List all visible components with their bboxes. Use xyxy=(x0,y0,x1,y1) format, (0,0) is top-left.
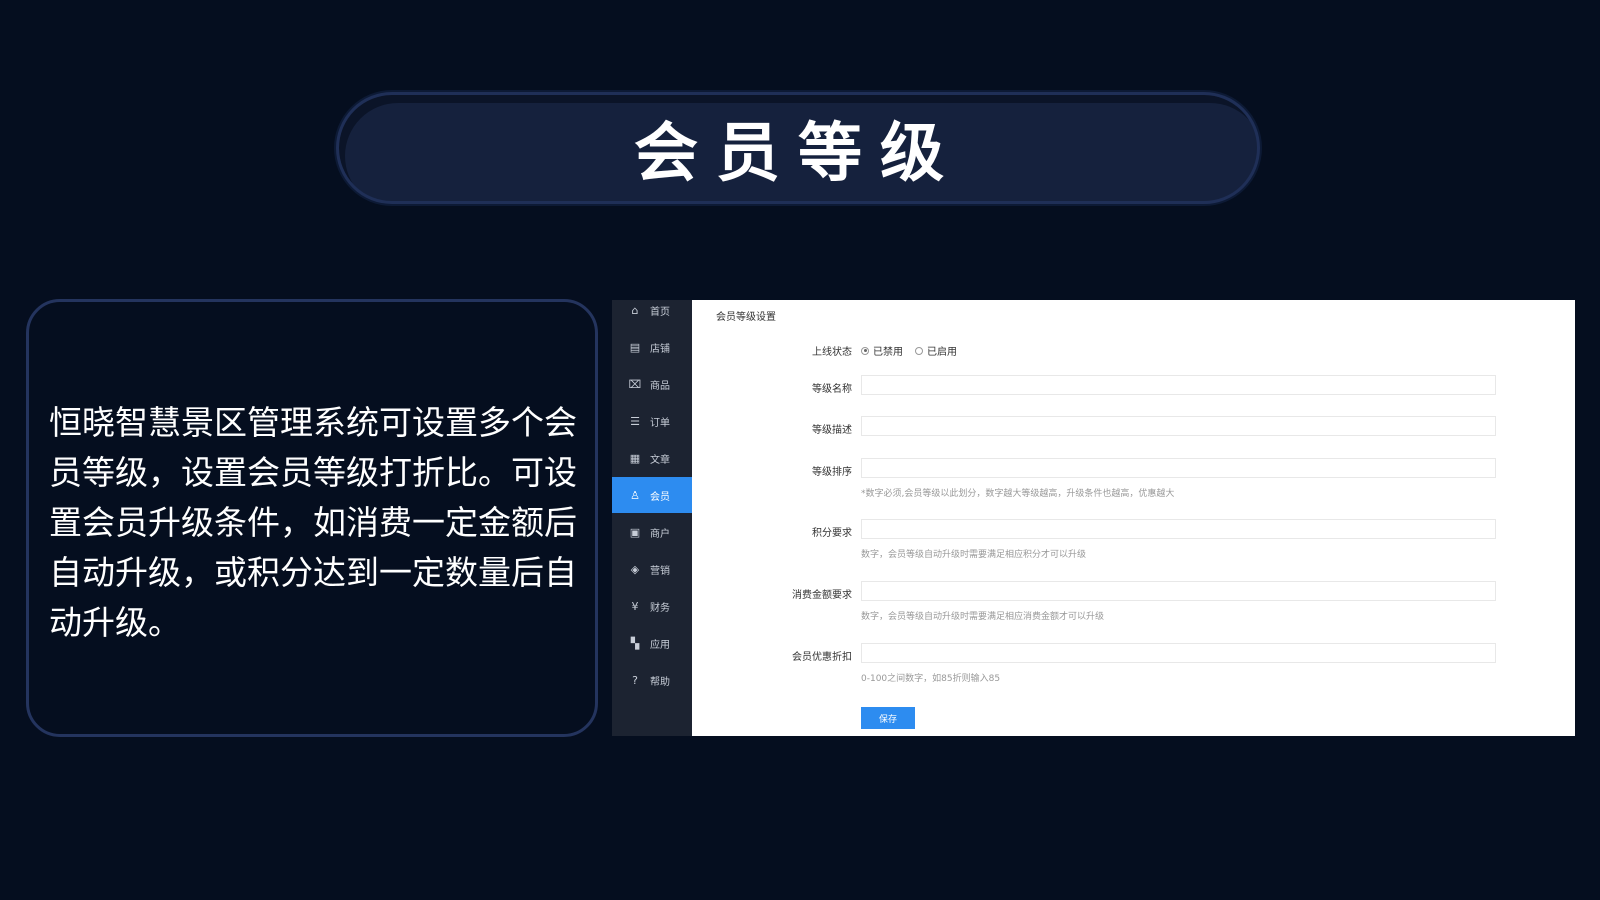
sidebar-item-label: 财务 xyxy=(650,602,670,614)
status-option-disabled[interactable]: 已禁用 xyxy=(861,343,903,358)
sidebar-item-orders[interactable]: ☰ 订单 xyxy=(612,403,692,439)
home-icon: ⌂ xyxy=(631,303,639,317)
merchant-icon: ▣ xyxy=(629,525,641,539)
save-button[interactable]: 保存 xyxy=(861,707,915,729)
spend-req-input[interactable] xyxy=(861,581,1496,601)
sidebar-item-label: 营销 xyxy=(650,565,670,577)
sidebar-item-marketing[interactable]: ◈ 营销 xyxy=(612,551,692,587)
description-panel: 恒晓智慧景区管理系统可设置多个会员等级，设置会员等级打折比。可设置会员升级条件，… xyxy=(26,299,598,737)
section-title: 会员等级设置 xyxy=(716,312,776,323)
status-radio-group: 已禁用 已启用 xyxy=(861,343,969,358)
status-option-label: 已启用 xyxy=(927,347,957,358)
store-icon: ▤ xyxy=(629,340,641,354)
order-icon: ☰ xyxy=(630,414,640,428)
sidebar-item-label: 商户 xyxy=(650,528,670,540)
document-icon: ▦ xyxy=(629,451,641,465)
sidebar-item-goods[interactable]: ⌧ 商品 xyxy=(612,366,692,402)
level-name-input[interactable] xyxy=(861,375,1496,395)
status-option-label: 已禁用 xyxy=(873,347,903,358)
radio-checked-icon xyxy=(861,346,869,355)
sidebar-item-home[interactable]: ⌂ 首页 xyxy=(612,292,692,328)
sidebar-item-finance[interactable]: ¥ 财务 xyxy=(612,588,692,624)
marketing-icon: ◈ xyxy=(630,562,640,576)
level-desc-label: 等级描述 xyxy=(812,425,852,436)
help-icon: ? xyxy=(632,673,638,687)
sidebar-item-label: 商品 xyxy=(650,380,670,392)
apps-icon: ▚ xyxy=(630,636,640,650)
status-option-enabled[interactable]: 已启用 xyxy=(915,343,957,358)
sidebar-item-label: 帮助 xyxy=(650,676,670,688)
sidebar-item-members[interactable]: ♙ 会员 xyxy=(612,477,692,513)
points-req-hint: 数字，会员等级自动升级时需要满足相应积分才可以升级 xyxy=(861,550,1087,560)
bag-icon: ⌧ xyxy=(628,377,642,391)
sidebar-item-label: 店铺 xyxy=(650,343,670,355)
sidebar-item-merchants[interactable]: ▣ 商户 xyxy=(612,514,692,550)
title-banner: 会员等级 xyxy=(336,92,1260,204)
level-name-label: 等级名称 xyxy=(812,384,852,395)
sidebar-item-store[interactable]: ▤ 店铺 xyxy=(612,329,692,365)
sidebar-item-label: 会员 xyxy=(650,491,670,503)
sidebar-item-label: 首页 xyxy=(650,306,670,318)
sidebar-item-label: 文章 xyxy=(650,454,670,466)
spend-req-label: 消费金额要求 xyxy=(792,590,852,601)
content-area: 会员等级设置 上线状态 已禁用 已启用 等级名称 等级描述 等级排序 *数字必须… xyxy=(692,300,1575,736)
status-label: 上线状态 xyxy=(812,347,852,358)
page-title: 会员等级 xyxy=(634,116,962,191)
radio-unchecked-icon xyxy=(915,346,923,355)
sidebar: ⌂ 首页 ▤ 店铺 ⌧ 商品 ☰ 订单 ▦ 文章 ♙ 会员 ▣ 商户 ◈ 营销 xyxy=(612,300,692,736)
sidebar-item-apps[interactable]: ▚ 应用 xyxy=(612,625,692,661)
discount-input[interactable] xyxy=(861,643,1496,663)
level-sort-hint: *数字必须,会员等级以此划分，数字越大等级越高，升级条件也越高，优惠越大 xyxy=(861,489,1175,499)
level-sort-label: 等级排序 xyxy=(812,467,852,478)
points-req-input[interactable] xyxy=(861,519,1496,539)
yen-icon: ¥ xyxy=(631,599,639,613)
sidebar-item-help[interactable]: ? 帮助 xyxy=(612,662,692,698)
points-req-label: 积分要求 xyxy=(812,528,852,539)
discount-label: 会员优惠折扣 xyxy=(792,652,852,663)
spend-req-hint: 数字，会员等级自动升级时需要满足相应消费金额才可以升级 xyxy=(861,612,1105,622)
discount-hint: 0-100之间数字，如85折则输入85 xyxy=(861,674,1001,684)
sidebar-item-articles[interactable]: ▦ 文章 xyxy=(612,440,692,476)
sidebar-item-label: 订单 xyxy=(650,417,670,429)
user-icon: ♙ xyxy=(630,488,640,502)
sidebar-item-label: 应用 xyxy=(650,639,670,651)
admin-screenshot: ⌂ 首页 ▤ 店铺 ⌧ 商品 ☰ 订单 ▦ 文章 ♙ 会员 ▣ 商户 ◈ 营销 xyxy=(612,300,1575,736)
level-desc-input[interactable] xyxy=(861,416,1496,436)
level-sort-input[interactable] xyxy=(861,458,1496,478)
description-text: 恒晓智慧景区管理系统可设置多个会员等级，设置会员等级打折比。可设置会员升级条件，… xyxy=(49,403,577,642)
